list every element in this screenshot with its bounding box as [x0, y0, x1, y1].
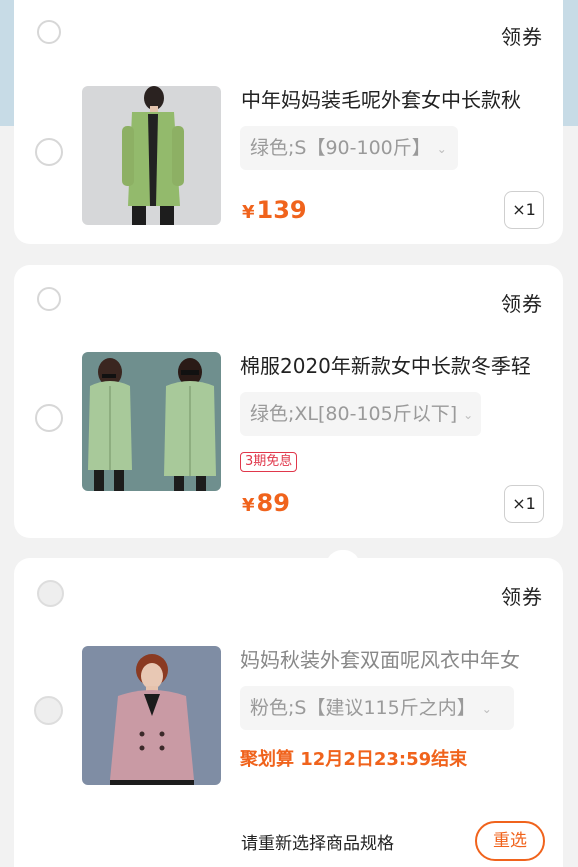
shop-name[interactable]: [240, 300, 260, 318]
item-select-checkbox[interactable]: [35, 404, 63, 432]
spec-selector[interactable]: 绿色;S【90-100斤】 ⌄: [240, 126, 458, 170]
cart-page: 领券 中年妈妈装毛呢外套女中长款秋 绿色;S【90-100斤】 ⌄ ¥139 ×1…: [0, 0, 578, 867]
price-value: 139: [256, 196, 307, 224]
shop-select-checkbox[interactable]: [37, 20, 61, 44]
product-title[interactable]: 中年妈妈装毛呢外套女中长款秋: [241, 84, 543, 113]
product-image[interactable]: [82, 352, 221, 491]
product-title[interactable]: 棉服2020年新款女中长款冬季轻: [240, 350, 542, 379]
item-select-checkbox[interactable]: [35, 138, 63, 166]
currency-symbol: ¥: [242, 495, 255, 516]
product-image[interactable]: [82, 646, 221, 785]
installment-badge: 3期免息: [240, 452, 298, 472]
product-image[interactable]: [82, 86, 221, 225]
coupon-link[interactable]: 领券: [501, 581, 543, 610]
chevron-down-icon: ⌄: [481, 701, 492, 716]
chevron-down-icon: ⌄: [463, 407, 474, 422]
spec-selector[interactable]: 粉色;S【建议115斤之内】 ⌄: [240, 686, 514, 730]
spec-text: 粉色;S【建议115斤之内】: [250, 697, 476, 719]
reselect-button[interactable]: 重选: [475, 821, 545, 861]
price: ¥89: [242, 489, 290, 517]
reselect-hint: 请重新选择商品规格: [241, 834, 394, 854]
quantity-button[interactable]: ×1: [504, 485, 544, 523]
spec-selector[interactable]: 绿色;XL[80-105斤以下] ⌄: [240, 392, 481, 436]
shop-select-checkbox: [37, 580, 64, 607]
quantity-button[interactable]: ×1: [504, 191, 544, 229]
chevron-down-icon: ⌄: [436, 141, 447, 156]
price-value: 89: [256, 489, 290, 517]
spec-text: 绿色;S【90-100斤】: [250, 137, 431, 159]
spec-text: 绿色;XL[80-105斤以下]: [250, 403, 458, 425]
shop-name[interactable]: [84, 24, 144, 42]
promo-label: 聚划算 12月2日23:59结束: [240, 749, 468, 770]
price: ¥139: [242, 196, 307, 224]
coupon-link[interactable]: 领券: [501, 21, 543, 50]
product-title[interactable]: 妈妈秋装外套双面呢风衣中年女: [240, 644, 542, 673]
item-select-checkbox: [34, 696, 63, 725]
shop-select-checkbox[interactable]: [37, 287, 61, 311]
coupon-link[interactable]: 领券: [501, 288, 543, 317]
currency-symbol: ¥: [242, 202, 255, 223]
